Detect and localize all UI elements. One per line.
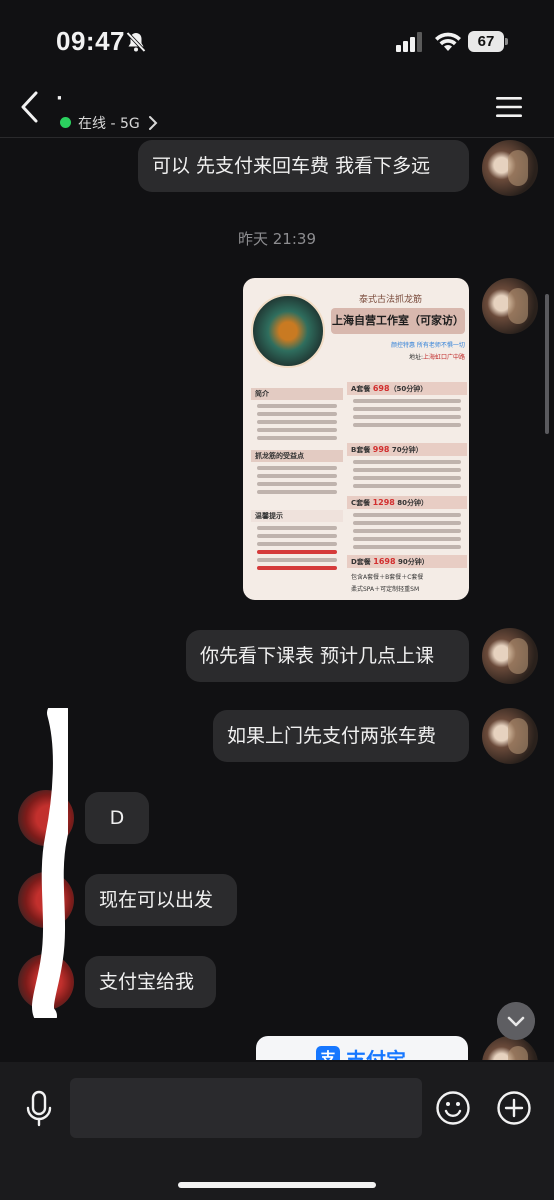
message-bubble-incoming[interactable]: 支付宝给我: [85, 956, 216, 1008]
package-b: B套餐 998 70分钟）: [347, 443, 467, 456]
redaction-scribble: [32, 708, 68, 1018]
microphone-icon[interactable]: [24, 1090, 54, 1128]
package-d-detail-2: 柔式SPA＋可定制轻重SM: [351, 586, 420, 593]
poster-address-label: 地址:: [409, 354, 424, 361]
my-avatar[interactable]: [482, 1036, 538, 1060]
poster-address: 地址:上海虹口广中路: [409, 352, 465, 361]
battery-level: 67: [468, 31, 504, 52]
online-status-text[interactable]: 在线 - 5G: [78, 113, 140, 133]
dragon-logo-icon: [251, 294, 325, 368]
alipay-label: 支付宝: [346, 1048, 406, 1060]
message-bubble-outgoing[interactable]: 可以 先支付来回车费 我看下多远: [138, 140, 469, 192]
chat-header: · 在线 - 5G: [0, 82, 554, 138]
my-avatar[interactable]: [482, 140, 538, 196]
my-avatar[interactable]: [482, 278, 538, 334]
promo-poster-image[interactable]: 泰式古法抓龙筋 上海自营工作室（可家访） 颜控特惠 所有老师不惧一切 地址:上海…: [243, 278, 469, 600]
bell-muted-icon: [126, 31, 146, 53]
poster-benefits-title: 抓龙筋的受益点: [251, 450, 343, 462]
home-indicator[interactable]: [178, 1182, 376, 1188]
my-avatar[interactable]: [482, 708, 538, 764]
menu-icon[interactable]: [494, 94, 524, 120]
poster-tagline: 颜控特惠 所有老师不惧一切: [391, 342, 465, 349]
poster-address-value: 上海虹口广中路: [423, 354, 466, 361]
status-time: 09:47: [56, 26, 125, 56]
poster-tips-title: 温馨提示: [251, 510, 343, 522]
poster-intro-title: 简介: [251, 388, 343, 400]
message-bubble-outgoing[interactable]: 你先看下课表 预计几点上课: [186, 630, 469, 682]
message-bubble-incoming[interactable]: 现在可以出发: [85, 874, 237, 926]
plus-circle-icon[interactable]: [496, 1090, 532, 1126]
battery-icon: 67: [468, 31, 508, 52]
package-c: C套餐 1298 80分钟）: [347, 496, 467, 509]
message-list[interactable]: 可以 先支付来回车费 我看下多远 昨天 21:39 泰式古法抓龙筋 上海自营工作…: [0, 138, 554, 1060]
cellular-signal-icon: [396, 32, 422, 52]
status-bar: 09:47 67: [0, 0, 554, 80]
package-d: D套餐 1698 90分钟）: [347, 555, 467, 568]
chevron-right-icon[interactable]: [146, 114, 160, 132]
composer-bar: [0, 1062, 554, 1200]
contact-name[interactable]: ·: [56, 88, 63, 109]
poster-left-column: 简介 抓龙筋的受益点 温馨提示: [251, 388, 343, 574]
scrollbar[interactable]: [545, 294, 549, 434]
alipay-card[interactable]: 支 支付宝: [256, 1036, 468, 1060]
my-avatar[interactable]: [482, 628, 538, 684]
package-a: A套餐 698（50分钟）: [347, 382, 467, 395]
poster-studio-name: 上海自营工作室（可家访）: [331, 308, 465, 334]
poster-packages: A套餐 698（50分钟） B套餐 998 70分钟） C套餐 1298 80分…: [347, 382, 467, 593]
message-bubble-incoming[interactable]: D: [85, 792, 149, 844]
emoji-icon[interactable]: [435, 1090, 471, 1126]
message-input[interactable]: [70, 1078, 422, 1138]
online-status-dot: [60, 117, 71, 128]
poster-subtitle: 泰式古法抓龙筋: [359, 295, 423, 305]
message-bubble-outgoing[interactable]: 如果上门先支付两张车费: [213, 710, 469, 762]
alipay-logo-icon: 支: [316, 1046, 340, 1060]
scroll-to-bottom-button[interactable]: [497, 1002, 535, 1040]
back-chevron-icon[interactable]: [16, 90, 44, 124]
package-d-detail-1: 包含A套餐＋B套餐＋C套餐: [351, 574, 424, 581]
wifi-icon: [435, 32, 461, 51]
message-timestamp: 昨天 21:39: [238, 230, 316, 248]
